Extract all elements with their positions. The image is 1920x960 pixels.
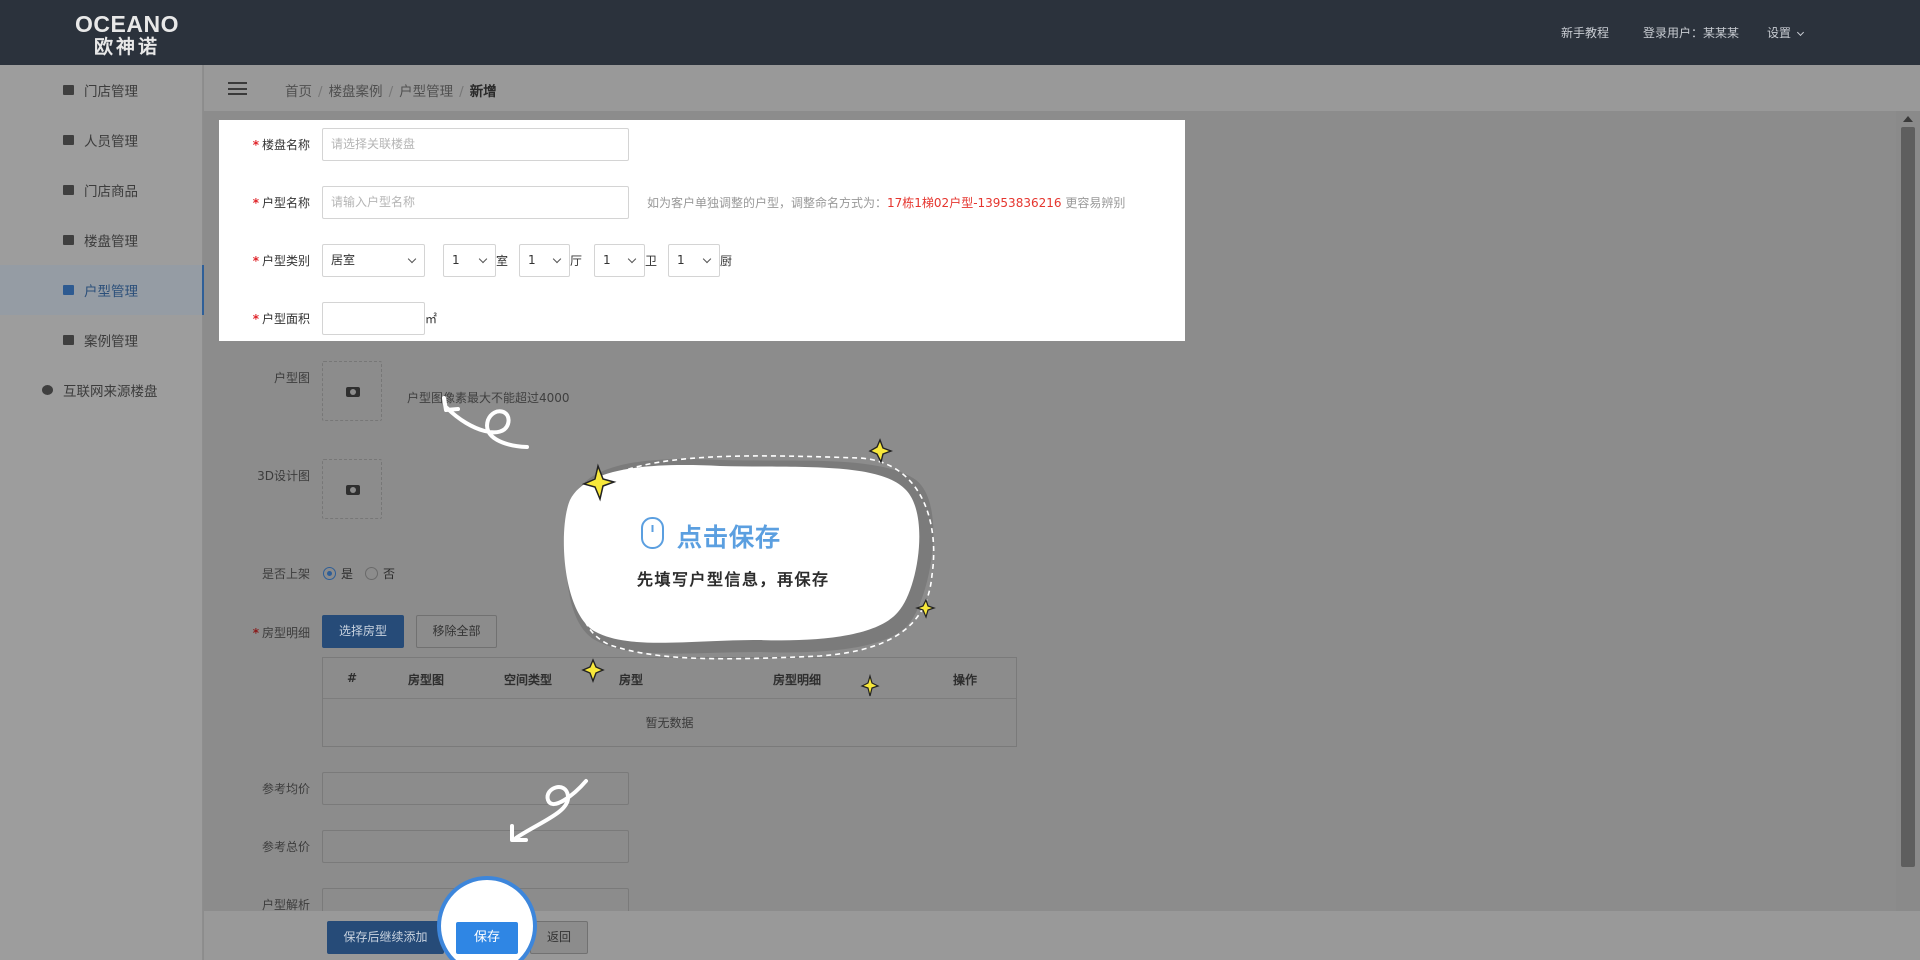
- sparkle-icon: [860, 673, 880, 697]
- tutorial-subtitle: 先填写户型信息，再保存: [637, 570, 830, 589]
- sparkle-icon: [868, 438, 893, 465]
- tutorial-title: 点击保存: [677, 523, 782, 552]
- tutorial-arrow-up-head-icon: [442, 396, 460, 412]
- tutorial-arrow-up-icon: [445, 406, 529, 449]
- save-button[interactable]: 保存: [456, 922, 518, 954]
- tutorial-arrow-down-icon: [514, 779, 588, 840]
- tutorial-overlay: [442, 396, 936, 842]
- sparkle-icon: [581, 658, 605, 683]
